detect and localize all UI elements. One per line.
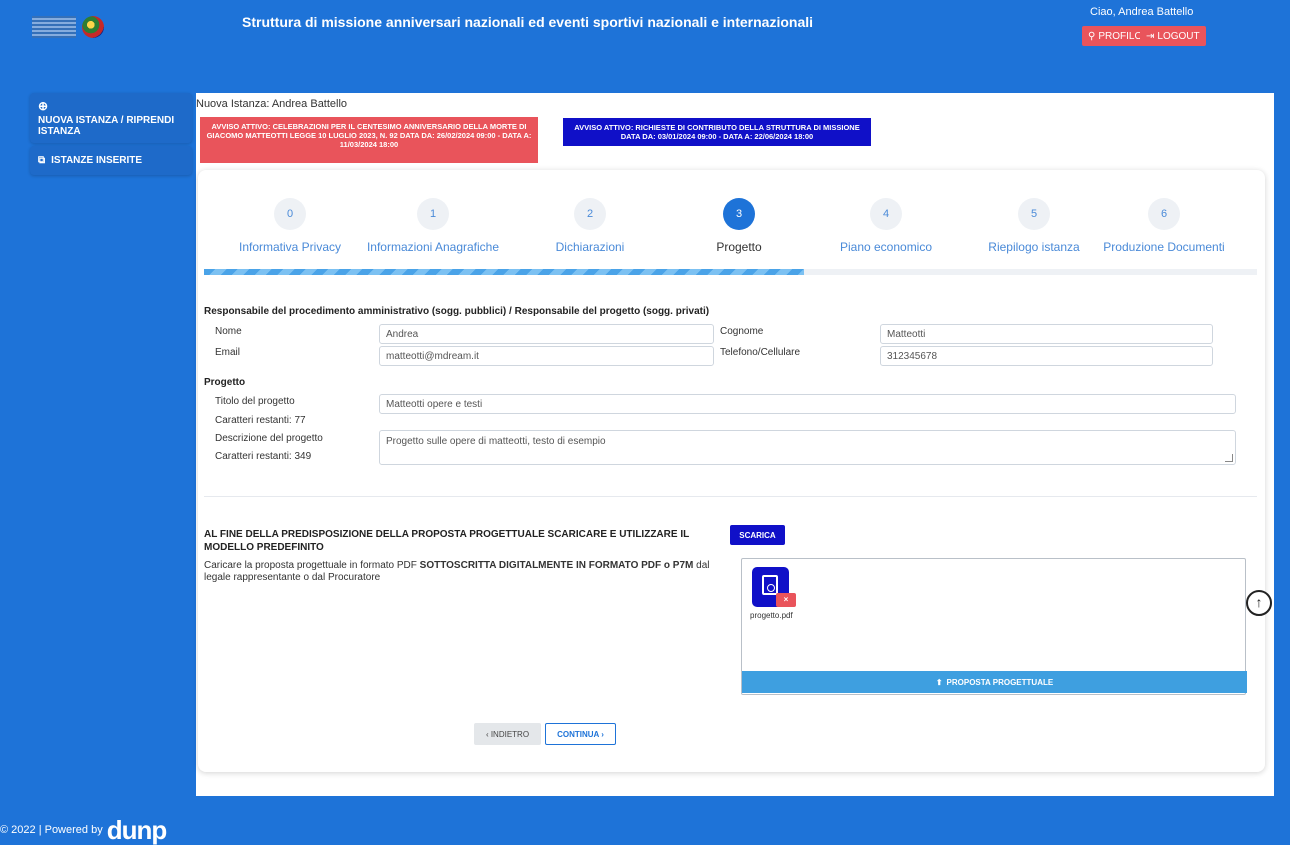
- telefono-input[interactable]: 312345678: [880, 346, 1213, 366]
- footer-brand-logo: dunp: [106, 815, 168, 845]
- logout-button[interactable]: ⇥ LOGOUT: [1140, 26, 1206, 46]
- upload-dropzone[interactable]: × progetto.pdf ⬆ PROPOSTA PROGETTUALE: [741, 558, 1247, 695]
- step-label: Informazioni Anagrafiche: [366, 240, 500, 254]
- file-name: progetto.pdf: [750, 611, 793, 620]
- step-number: 1: [417, 198, 449, 230]
- resize-handle-icon[interactable]: [1225, 454, 1233, 462]
- step-number: 0: [274, 198, 306, 230]
- app-logo: [32, 14, 112, 42]
- responsabile-section-title: Responsabile del procedimento amministra…: [204, 306, 710, 317]
- step-6[interactable]: 6 Produzione Documenti: [1084, 198, 1244, 254]
- step-number: 2: [574, 198, 606, 230]
- download-text-before: Caricare la proposta progettuale in form…: [204, 560, 420, 571]
- section-divider: [204, 496, 1257, 497]
- nome-input[interactable]: Andrea: [379, 324, 714, 344]
- logo-text-icon: [32, 16, 76, 38]
- scroll-to-top-button[interactable]: ↑: [1246, 590, 1272, 616]
- emblem-icon: [82, 16, 104, 38]
- app-title: Struttura di missione anniversari nazion…: [242, 14, 814, 30]
- upload-proposal-button[interactable]: ⬆ PROPOSTA PROGETTUALE: [742, 671, 1247, 693]
- descrizione-label: Descrizione del progetto: [215, 433, 323, 444]
- descrizione-textarea[interactable]: Progetto sulle opere di matteotti, testo…: [379, 430, 1236, 465]
- new-instance-button[interactable]: ⊕ NUOVA ISTANZA / RIPRENDI ISTANZA: [30, 93, 192, 143]
- telefono-label: Telefono/Cellulare: [720, 347, 801, 358]
- profile-button[interactable]: ⚲ PROFILO: [1082, 26, 1149, 46]
- titolo-remaining: Caratteri restanti: 77: [215, 415, 306, 426]
- progetto-section-title: Progetto: [204, 377, 246, 388]
- logout-label: LOGOUT: [1157, 30, 1200, 42]
- step-number: 4: [870, 198, 902, 230]
- copy-icon: ⧉: [38, 155, 46, 166]
- logout-icon: ⇥: [1146, 30, 1155, 42]
- download-title: AL FINE DELLA PREDISPOSIZIONE DELLA PROP…: [204, 529, 690, 553]
- step-number: 5: [1018, 198, 1050, 230]
- upload-icon: ⬆: [935, 677, 943, 687]
- stepper: 0 Informativa Privacy 1 Informazioni Anagra…: [198, 198, 1265, 258]
- titolo-label: Titolo del progetto: [215, 396, 295, 407]
- descrizione-value: Progetto sulle opere di matteotti, testo…: [386, 436, 606, 447]
- step-number: 3: [723, 198, 755, 230]
- cognome-label: Cognome: [720, 326, 764, 337]
- step-4[interactable]: 4 Piano economico: [806, 198, 966, 254]
- step-label: Dichiarazioni: [555, 240, 625, 254]
- new-instance-label: NUOVA ISTANZA / RIPRENDI ISTANZA: [38, 115, 175, 137]
- user-greeting: Ciao, Andrea Battello: [1090, 6, 1194, 18]
- step-2[interactable]: 2 Dichiarazioni: [510, 198, 670, 254]
- footer: © 2022 | Powered by dunp: [0, 815, 168, 845]
- breadcrumb: Nuova Istanza: Andrea Battello: [196, 98, 348, 110]
- inserted-instances-label: ISTANZE INSERITE: [51, 155, 143, 166]
- step-0[interactable]: 0 Informativa Privacy: [210, 198, 370, 254]
- plus-circle-icon: ⊕: [38, 99, 49, 113]
- step-label: Informativa Privacy: [238, 240, 342, 254]
- progress-fill: [204, 269, 805, 275]
- user-icon: ⚲: [1088, 30, 1096, 42]
- step-label: Produzione Documenti: [1103, 240, 1225, 254]
- upload-proposal-label: PROPOSTA PROGETTUALE: [946, 677, 1054, 687]
- cognome-input[interactable]: Matteotti: [880, 324, 1213, 344]
- step-3[interactable]: 3 Progetto: [659, 198, 819, 254]
- arrow-up-icon: ↑: [1255, 594, 1263, 610]
- step-label: Piano economico: [839, 240, 933, 254]
- email-label: Email: [215, 347, 241, 358]
- download-text-bold: SOTTOSCRITTA DIGITALMENTE IN FORMATO PDF…: [419, 560, 694, 571]
- progress-bar: [204, 269, 1257, 275]
- continue-button[interactable]: CONTINUA ›: [545, 723, 616, 745]
- email-input[interactable]: matteotti@mdream.it: [379, 346, 714, 366]
- download-instructions: Caricare la proposta progettuale in form…: [204, 560, 724, 584]
- inserted-instances-button[interactable]: ⧉ ISTANZE INSERITE: [30, 146, 192, 175]
- form-card: 0 Informativa Privacy 1 Informazioni Anagra…: [198, 170, 1265, 772]
- nome-label: Nome: [215, 326, 242, 337]
- footer-copyright: © 2022 | Powered by: [0, 824, 103, 836]
- sidebar: ⊕ NUOVA ISTANZA / RIPRENDI ISTANZA ⧉ IST…: [30, 93, 192, 178]
- remove-file-button[interactable]: ×: [776, 593, 796, 607]
- profile-label: PROFILO: [1098, 30, 1143, 42]
- notice-red: AVVISO ATTIVO: CELEBRAZIONI PER IL CENTE…: [200, 117, 538, 163]
- step-label: Progetto: [716, 240, 762, 254]
- step-number: 6: [1148, 198, 1180, 230]
- descrizione-remaining: Caratteri restanti: 349: [215, 451, 312, 462]
- titolo-input[interactable]: Matteotti opere e testi: [379, 394, 1236, 414]
- step-1[interactable]: 1 Informazioni Anagrafiche: [353, 198, 513, 254]
- scarica-button[interactable]: SCARICA: [730, 525, 785, 545]
- notice-blue: AVVISO ATTIVO: RICHIESTE DI CONTRIBUTO D…: [563, 118, 871, 146]
- back-button[interactable]: ‹ INDIETRO: [474, 723, 541, 745]
